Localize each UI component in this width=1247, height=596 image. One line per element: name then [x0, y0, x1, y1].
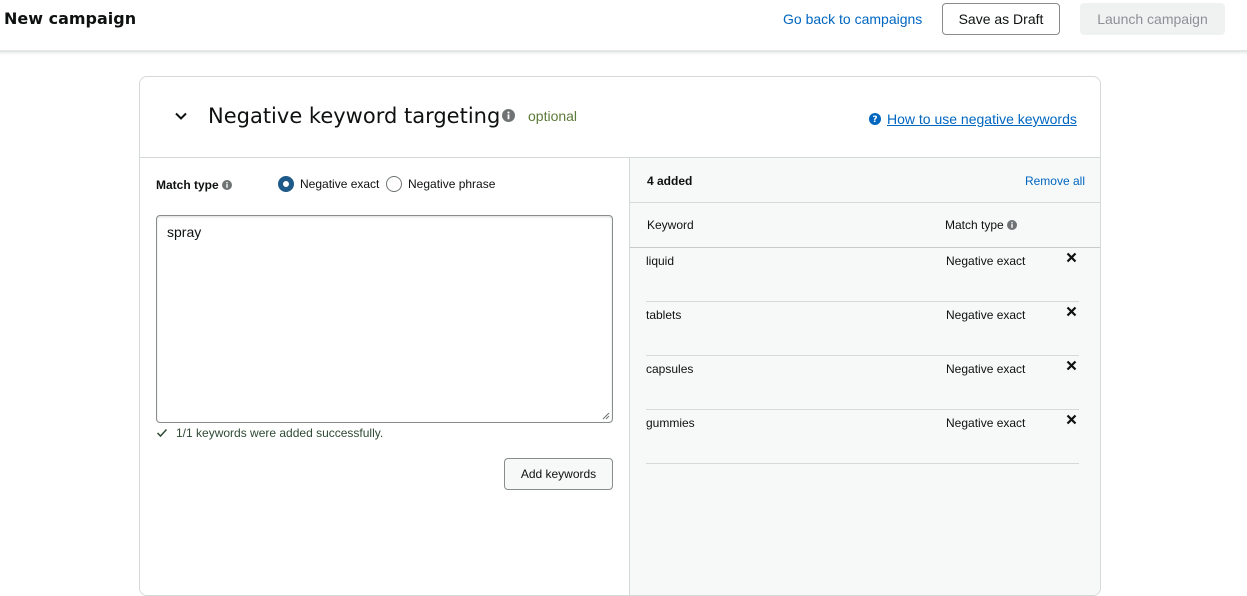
- optional-tag: optional: [528, 108, 578, 124]
- radio-exact-label: Negative exact: [300, 177, 380, 191]
- radio-selected-indicator[interactable]: [278, 176, 294, 192]
- table-header: Keyword Match type: [630, 202, 1100, 248]
- info-icon[interactable]: [502, 109, 515, 122]
- add-keywords-button[interactable]: Add keywords: [504, 458, 613, 490]
- negative-keyword-card: Negative keyword targeting optional ? Ho…: [139, 76, 1101, 596]
- table-row: liquid Negative exact: [646, 248, 1079, 302]
- chevron-down-icon[interactable]: [174, 109, 188, 123]
- radio-negative-phrase[interactable]: Negative phrase: [386, 176, 495, 192]
- column-match-type-label: Match type: [945, 218, 1004, 232]
- table-row: gummies Negative exact: [646, 410, 1079, 464]
- section-header: Negative keyword targeting optional ? Ho…: [140, 77, 1100, 158]
- save-draft-button[interactable]: Save as Draft: [942, 3, 1060, 35]
- match-type-cell: Negative exact: [946, 254, 1026, 268]
- launch-campaign-button[interactable]: Launch campaign: [1080, 3, 1225, 35]
- keywords-textarea[interactable]: spray: [156, 215, 613, 423]
- radio-negative-exact[interactable]: Negative exact: [278, 176, 379, 192]
- match-type-label-text: Match type: [156, 178, 219, 192]
- success-message-text: 1/1 keywords were added successfully.: [176, 426, 384, 440]
- column-match-type: Match type: [945, 218, 1017, 232]
- textarea-value: spray: [167, 224, 202, 240]
- close-icon[interactable]: [1066, 252, 1077, 263]
- match-type-cell: Negative exact: [946, 308, 1026, 322]
- keyword-table-body: liquid Negative exact tablets Negative e…: [646, 248, 1079, 464]
- info-icon[interactable]: [1006, 220, 1017, 230]
- added-keywords-pane: 4 added Remove all Keyword Match type li…: [629, 158, 1100, 595]
- close-icon[interactable]: [1066, 360, 1077, 371]
- close-icon[interactable]: [1066, 306, 1077, 317]
- success-message: 1/1 keywords were added successfully.: [156, 426, 383, 440]
- help-link-group[interactable]: ? How to use negative keywords: [869, 111, 1077, 127]
- info-icon[interactable]: [221, 180, 232, 190]
- svg-text:?: ?: [872, 115, 877, 125]
- table-row: capsules Negative exact: [646, 356, 1079, 410]
- remove-all-link[interactable]: Remove all: [1025, 174, 1085, 188]
- column-keyword: Keyword: [647, 218, 694, 232]
- back-to-campaigns-link[interactable]: Go back to campaigns: [783, 11, 922, 27]
- resize-handle-icon[interactable]: [602, 412, 610, 420]
- keyword-entry-pane: Match type Negative exact Negative phras…: [140, 158, 629, 595]
- close-icon[interactable]: [1066, 414, 1077, 425]
- match-type-label: Match type: [156, 178, 232, 192]
- checkmark-icon: [156, 428, 168, 438]
- added-count: 4 added: [647, 174, 693, 188]
- keyword-cell: gummies: [646, 416, 695, 430]
- radio-phrase-label: Negative phrase: [408, 177, 496, 191]
- match-type-cell: Negative exact: [946, 416, 1026, 430]
- keyword-cell: liquid: [646, 254, 675, 268]
- header-divider: [0, 52, 1247, 55]
- how-to-use-negative-keywords-link[interactable]: How to use negative keywords: [887, 111, 1077, 127]
- page-title: New campaign: [4, 9, 137, 28]
- section-title: Negative keyword targeting: [208, 104, 501, 128]
- keyword-cell: tablets: [646, 308, 682, 322]
- table-row: tablets Negative exact: [646, 302, 1079, 356]
- match-type-cell: Negative exact: [946, 362, 1026, 376]
- radio-unselected-indicator[interactable]: [386, 176, 402, 192]
- question-circle-icon: ?: [869, 113, 881, 125]
- top-bar: New campaign Go back to campaigns Save a…: [0, 0, 1247, 52]
- keyword-cell: capsules: [646, 362, 694, 376]
